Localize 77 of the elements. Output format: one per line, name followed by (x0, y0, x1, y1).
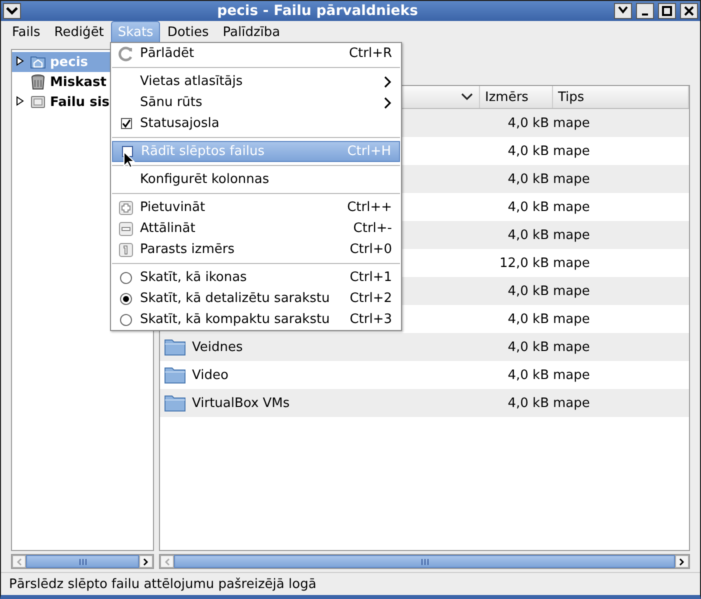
column-header[interactable]: Izmērs (480, 86, 553, 108)
reload-icon (118, 46, 134, 62)
maximize-button[interactable] (658, 3, 676, 19)
file-size: 4,0 kB (508, 368, 549, 382)
chevron-left-icon (16, 558, 22, 566)
file-name[interactable]: Video (192, 368, 228, 382)
menu-item[interactable]: Skatīt, kā kompaktu sarakstu Ctrl+3 (112, 309, 400, 330)
shade-button[interactable] (614, 3, 632, 19)
scrollbar-thumb[interactable] (26, 555, 139, 568)
file-type: mape (553, 312, 590, 326)
close-icon (683, 5, 695, 17)
zoom-out-icon (119, 222, 133, 236)
file-row[interactable]: Video 4,0 kB mape (160, 361, 689, 389)
menu-item[interactable]: Vietas atlasītājs (112, 71, 400, 92)
file-size: 4,0 kB (508, 228, 549, 242)
file-size: 4,0 kB (508, 116, 549, 130)
file-type: mape (553, 284, 590, 298)
menu-item[interactable]: Rediģēt (47, 21, 111, 43)
file-name[interactable]: VirtualBox VMs (192, 396, 290, 410)
horizontal-scrollbar[interactable] (159, 554, 690, 569)
zoom-normal-icon (119, 242, 133, 256)
maximize-icon (661, 5, 673, 17)
window-menu-button[interactable] (3, 3, 21, 19)
file-type: mape (553, 200, 590, 214)
scroll-right-button[interactable] (139, 555, 153, 568)
file-size: 4,0 kB (508, 396, 549, 410)
file-type: mape (553, 396, 590, 410)
file-type: mape (553, 144, 590, 158)
checkbox[interactable] (120, 118, 132, 129)
zoom-in-icon (119, 200, 133, 214)
menu-item[interactable]: Palīdzība (216, 21, 288, 43)
file-size: 4,0 kB (508, 200, 549, 214)
file-type: mape (553, 228, 590, 242)
file-row[interactable]: VirtualBox VMs 4,0 kB mape (160, 389, 689, 417)
menu-item[interactable]: Fails (5, 21, 48, 43)
file-type: mape (553, 172, 590, 186)
column-header[interactable]: Tips (553, 86, 689, 108)
menu-item[interactable]: Doties (160, 21, 216, 43)
status-bar: Pārslēdz slēpto failu attēlojumu pašreizējā logā (1, 572, 700, 595)
folder-icon (164, 338, 186, 356)
file-size: 4,0 kB (508, 312, 549, 326)
file-type: mape (553, 368, 590, 382)
file-type: mape (553, 340, 590, 354)
radio-button[interactable] (120, 292, 132, 304)
horizontal-scrollbar[interactable] (11, 554, 154, 569)
scroll-right-button[interactable] (675, 555, 689, 568)
expander-icon[interactable] (16, 56, 24, 66)
chevron-left-icon (164, 558, 170, 566)
home-folder-icon (30, 54, 46, 70)
radio-button[interactable] (120, 314, 132, 326)
chevron-right-icon (143, 558, 149, 566)
minimize-icon (641, 13, 649, 16)
file-name[interactable]: Veidnes (192, 340, 243, 354)
folder-icon (164, 394, 186, 412)
minimize-button[interactable] (636, 3, 654, 19)
drive-icon (30, 94, 46, 110)
chevron-right-icon (679, 558, 685, 566)
folder-icon (164, 366, 186, 384)
file-size: 4,0 kB (508, 172, 549, 186)
scrollbar-thumb[interactable] (174, 555, 675, 568)
grip-icon (420, 558, 428, 564)
expander-icon[interactable] (16, 96, 24, 106)
window-title: pecis - Failu pārvaldnieks (216, 3, 419, 19)
caret-icon (6, 7, 18, 15)
file-row[interactable]: Veidnes 4,0 kB mape (160, 333, 689, 361)
file-size: 12,0 kB (499, 256, 549, 270)
file-size: 4,0 kB (508, 340, 549, 354)
grip-icon (78, 558, 86, 564)
trash-icon (30, 74, 46, 90)
file-type: mape (553, 256, 590, 270)
radio-button[interactable] (120, 272, 132, 284)
mouse-pointer-icon (123, 151, 135, 169)
menu-item[interactable]: Pietuvināt Ctrl++ (112, 197, 400, 218)
file-size: 4,0 kB (508, 284, 549, 298)
file-type: mape (553, 116, 590, 130)
close-button[interactable] (680, 3, 698, 19)
file-size: 4,0 kB (508, 144, 549, 158)
